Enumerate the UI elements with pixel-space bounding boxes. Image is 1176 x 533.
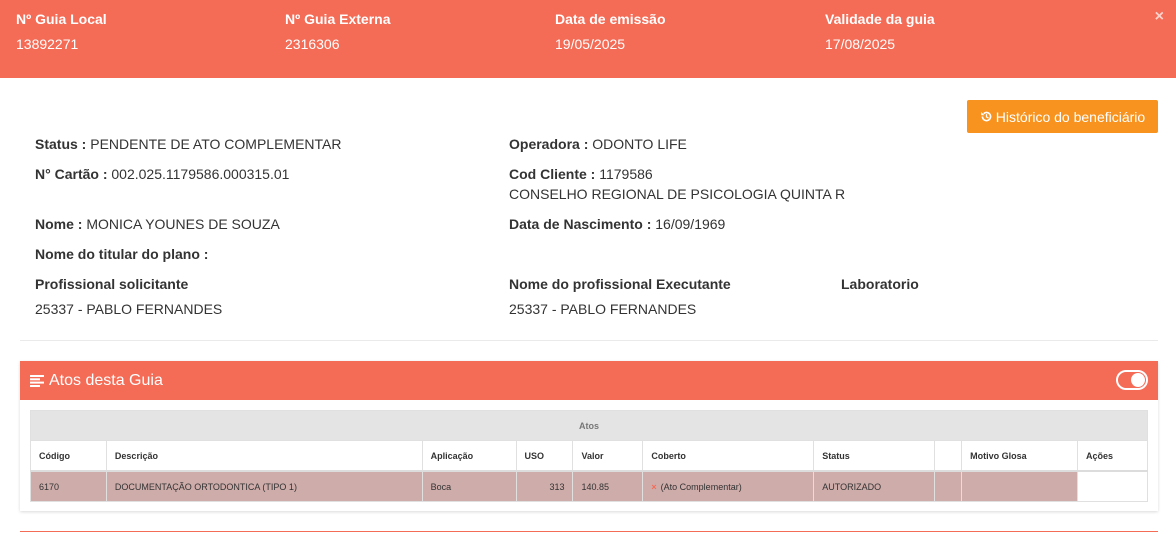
cartao-field: N° Cartão : 002.025.1179586.000315.01 [35, 165, 289, 184]
not-covered-icon: × [651, 481, 657, 492]
solicitante-field: Profissional solicitante 25337 - PABLO F… [35, 275, 222, 319]
validade-block: Validade da guia 17/08/2025 [825, 11, 935, 53]
guia-externa-block: Nº Guia Externa 2316306 [285, 11, 390, 53]
executante-value: 25337 - PABLO FERNANDES [509, 301, 697, 317]
laboratorio-label: Laboratorio [841, 276, 919, 292]
guia-externa-value: 2316306 [285, 36, 340, 52]
next-panel-edge [20, 531, 1158, 532]
cell-motivo-glosa [961, 470, 1078, 502]
guia-local-value: 13892271 [16, 36, 79, 52]
col-valor: Valor [572, 440, 644, 472]
operadora-field: Operadora : ODONTO LIFE [509, 135, 687, 154]
close-icon[interactable]: × [1155, 8, 1164, 26]
atos-panel-title: Atos desta Guia [49, 371, 163, 389]
cell-status: AUTORIZADO [813, 470, 936, 502]
cell-blank [934, 470, 963, 502]
cell-codigo: 6170 [30, 470, 107, 502]
solicitante-value: 25337 - PABLO FERNANDES [35, 301, 223, 317]
table-group-header: Atos [30, 410, 1148, 441]
col-acoes: Ações [1076, 440, 1149, 472]
col-motivo-glosa: Motivo Glosa [961, 440, 1078, 472]
operadora-label: Operadora : [509, 136, 589, 152]
cell-uso: 313 [515, 470, 574, 502]
col-codigo: Código [30, 440, 107, 472]
cell-valor: 140.85 [572, 470, 644, 502]
col-descricao: Descrição [105, 440, 423, 472]
coberto-text: (Ato Complementar) [660, 481, 742, 492]
status-label: Status : [35, 136, 87, 152]
atos-table: Atos Código Descrição Aplicação USO Valo… [30, 410, 1149, 502]
cod-cliente-label: Cod Cliente : [509, 166, 596, 182]
cell-acoes[interactable] [1076, 470, 1149, 502]
validade-label: Validade da guia [825, 11, 935, 27]
col-uso: USO [515, 440, 574, 472]
col-blank [934, 440, 963, 472]
cell-aplicacao: Boca [421, 470, 517, 502]
guide-header: Nº Guia Local 13892271 Nº Guia Externa 2… [0, 0, 1176, 78]
col-coberto: Coberto [642, 440, 815, 472]
data-emissao-block: Data de emissão 19/05/2025 [555, 11, 666, 53]
history-icon [981, 111, 992, 122]
data-emissao-value: 19/05/2025 [555, 36, 626, 52]
nascimento-value: 16/09/1969 [655, 216, 726, 232]
guia-local-block: Nº Guia Local 13892271 [16, 11, 107, 53]
guia-local-label: Nº Guia Local [16, 11, 107, 27]
cell-coberto: × (Ato Complementar) [642, 470, 815, 502]
table-header-row: Código Descrição Aplicação USO Valor Cob… [30, 440, 1149, 472]
cell-descricao: DOCUMENTAÇÃO ORTODONTICA (TIPO 1) [105, 470, 423, 502]
nome-value: MONICA YOUNES DE SOUZA [86, 216, 280, 232]
validade-value: 17/08/2025 [825, 36, 896, 52]
cod-cliente-value: 1179586 [599, 166, 653, 182]
guia-externa-label: Nº Guia Externa [285, 11, 391, 27]
atos-toggle[interactable] [1116, 370, 1148, 390]
atos-panel-header: Atos desta Guia [20, 361, 1158, 400]
divider [20, 340, 1158, 341]
table-group-header-row: Atos [30, 410, 1148, 441]
solicitante-label: Profissional solicitante [35, 276, 189, 292]
titular-field: Nome do titular do plano : [35, 245, 208, 264]
laboratorio-field: Laboratorio [841, 275, 919, 300]
historico-button-label: Histórico do beneficiário [995, 108, 1146, 125]
atos-panel: Atos desta Guia Atos Código Descrição Ap… [20, 361, 1158, 511]
col-status: Status [813, 440, 936, 472]
status-field: Status : PENDENTE DE ATO COMPLEMENTAR [35, 135, 342, 154]
operadora-value: ODONTO LIFE [592, 136, 687, 152]
nome-label: Nome : [35, 216, 83, 232]
cod-cliente-field: Cod Cliente : 1179586 CONSELHO REGIONAL … [509, 165, 845, 204]
titular-label: Nome do titular do plano : [35, 246, 209, 262]
status-value: PENDENTE DE ATO COMPLEMENTAR [90, 136, 342, 152]
table-row[interactable]: 6170 DOCUMENTAÇÃO ORTODONTICA (TIPO 1) B… [30, 470, 1149, 502]
executante-field: Nome do profissional Executante 25337 - … [509, 275, 731, 319]
cartao-label: N° Cartão : [35, 166, 108, 182]
nascimento-label: Data de Nascimento : [509, 216, 652, 232]
list-icon [30, 374, 44, 387]
cartao-value: 002.025.1179586.000315.01 [111, 166, 290, 182]
toggle-knob [1131, 373, 1145, 387]
col-aplicacao: Aplicação [421, 440, 517, 472]
nascimento-field: Data de Nascimento : 16/09/1969 [509, 215, 725, 234]
nome-field: Nome : MONICA YOUNES DE SOUZA [35, 215, 280, 234]
historico-beneficiario-button[interactable]: Histórico do beneficiário [967, 100, 1158, 133]
cliente-nome: CONSELHO REGIONAL DE PSICOLOGIA QUINTA R [509, 186, 846, 202]
executante-label: Nome do profissional Executante [509, 276, 731, 292]
data-emissao-label: Data de emissão [555, 11, 666, 27]
